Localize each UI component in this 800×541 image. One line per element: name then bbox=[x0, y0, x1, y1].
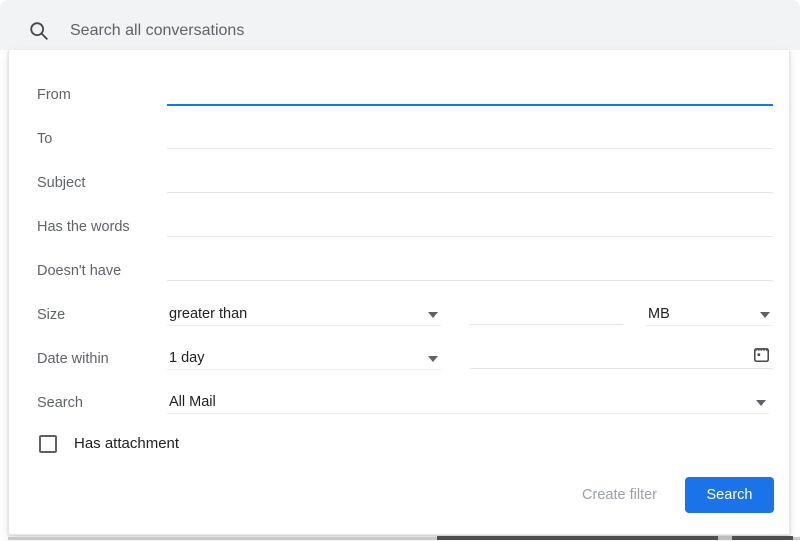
chevron-down-icon bbox=[428, 356, 438, 362]
has-words-label: Has the words bbox=[37, 217, 130, 237]
calendar-icon[interactable] bbox=[752, 345, 771, 364]
to-row: To bbox=[37, 128, 771, 154]
search-bar bbox=[0, 0, 800, 50]
size-row: Size greater than MB bbox=[37, 304, 771, 330]
has-words-input[interactable] bbox=[167, 216, 773, 237]
size-unit-value: MB bbox=[648, 304, 670, 324]
has-attachment-checkbox[interactable] bbox=[39, 435, 57, 453]
has-attachment-row: Has attachment bbox=[37, 434, 771, 456]
doesnt-have-row: Doesn't have bbox=[37, 260, 771, 286]
search-button[interactable]: Search bbox=[685, 477, 774, 513]
background-scrollbar-gap bbox=[718, 536, 732, 540]
doesnt-have-label: Doesn't have bbox=[37, 261, 121, 281]
date-input[interactable] bbox=[470, 348, 773, 369]
from-input[interactable] bbox=[167, 84, 773, 106]
size-amount-input[interactable] bbox=[470, 304, 623, 325]
from-label: From bbox=[37, 85, 71, 105]
date-within-value: 1 day bbox=[169, 348, 204, 368]
date-within-label: Date within bbox=[37, 349, 109, 369]
subject-row: Subject bbox=[37, 172, 771, 198]
search-scope-label: Search bbox=[37, 393, 83, 413]
chevron-down-icon bbox=[756, 400, 766, 406]
doesnt-have-input[interactable] bbox=[167, 260, 773, 281]
size-operator-select[interactable]: greater than bbox=[167, 304, 441, 326]
size-label: Size bbox=[37, 305, 65, 325]
search-icon bbox=[28, 20, 50, 42]
size-operator-value: greater than bbox=[169, 304, 247, 324]
to-input[interactable] bbox=[167, 128, 773, 149]
create-filter-button[interactable]: Create filter bbox=[582, 485, 657, 505]
subject-label: Subject bbox=[37, 173, 85, 193]
search-scope-value: All Mail bbox=[169, 392, 216, 412]
size-unit-select[interactable]: MB bbox=[646, 304, 773, 326]
from-row: From bbox=[37, 84, 771, 110]
search-scope-row: Search All Mail bbox=[37, 392, 771, 418]
chevron-down-icon bbox=[428, 312, 438, 318]
search-scope-select[interactable]: All Mail bbox=[167, 392, 769, 414]
has-attachment-label: Has attachment bbox=[74, 434, 179, 454]
chevron-down-icon bbox=[760, 312, 770, 318]
to-label: To bbox=[37, 129, 52, 149]
search-input[interactable] bbox=[68, 18, 672, 44]
has-words-row: Has the words bbox=[37, 216, 771, 242]
subject-input[interactable] bbox=[167, 172, 773, 193]
advanced-search-panel: From To Subject Has the words Doesn't ha… bbox=[8, 50, 790, 535]
date-within-row: Date within 1 day bbox=[37, 348, 771, 374]
background-scrollbar[interactable] bbox=[437, 536, 793, 540]
date-within-select[interactable]: 1 day bbox=[167, 348, 441, 370]
